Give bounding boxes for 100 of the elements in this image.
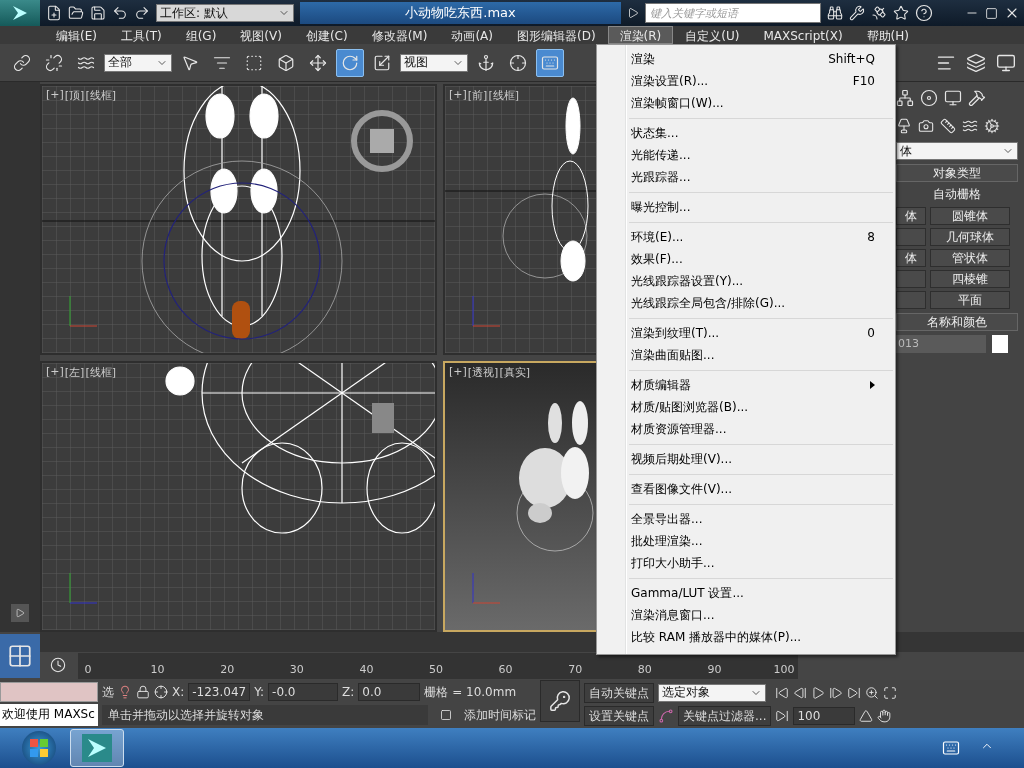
camera-icon[interactable] [918, 118, 934, 134]
viewport-label[interactable]: [+] [449, 88, 467, 103]
zoom-extents-icon[interactable] [883, 685, 898, 700]
viewport-label[interactable]: [真实] [499, 365, 530, 380]
binoculars-icon[interactable] [827, 5, 843, 21]
track-bar[interactable]: 0 10 20 30 40 50 60 70 80 90 100 [78, 653, 798, 679]
open-folder-icon[interactable] [68, 5, 84, 21]
primitive-button[interactable]: 体 [896, 249, 926, 267]
viewcube-icon[interactable] [351, 110, 413, 172]
menu-entry[interactable]: 批处理渲染... [599, 530, 893, 552]
play-icon[interactable] [811, 685, 826, 700]
frame-field[interactable]: 100 [793, 706, 856, 725]
menu-item[interactable]: 图形编辑器(D) [504, 26, 608, 44]
auto-grid-label[interactable]: 自动栅格 [896, 186, 1018, 203]
target-icon[interactable] [154, 685, 168, 699]
menu-entry[interactable]: 光线跟踪器设置(Y)... [599, 270, 893, 292]
step-back-icon[interactable] [793, 685, 808, 700]
primitive-button[interactable]: 平面 [930, 291, 1010, 309]
menu-entry[interactable]: 查看图像文件(V)... [599, 478, 893, 500]
y-field[interactable]: -0.0 [268, 683, 339, 701]
field-of-view-icon[interactable] [859, 708, 874, 723]
maximize-icon[interactable] [985, 6, 998, 20]
key-icon[interactable] [549, 690, 571, 712]
submenu-entry[interactable]: 材质编辑器 [599, 374, 893, 396]
wrench-icon[interactable] [849, 5, 865, 21]
menu-entry[interactable]: 渲染消息窗口... [599, 604, 893, 626]
menu-entry[interactable]: 光跟踪器... [599, 166, 893, 188]
viewport-layout-button[interactable] [0, 634, 40, 678]
hierarchy-icon[interactable] [896, 89, 914, 107]
gear-icon[interactable] [984, 118, 1000, 134]
viewport-label[interactable]: [线框] [85, 88, 116, 103]
satellite-icon[interactable] [871, 5, 887, 21]
lock-icon[interactable] [136, 685, 150, 699]
skip-forward-icon[interactable] [847, 685, 862, 700]
primitive-button[interactable]: 四棱锥 [930, 270, 1010, 288]
expand-icon[interactable] [627, 7, 639, 19]
render-icon[interactable] [996, 52, 1016, 73]
menu-entry[interactable]: 光能传递... [599, 144, 893, 166]
viewport-label[interactable]: [透视] [467, 365, 499, 380]
auto-key-button[interactable]: 自动关键点 [584, 682, 654, 703]
app-logo-icon[interactable] [0, 0, 40, 26]
menu-item[interactable]: 修改器(M) [359, 26, 440, 44]
menu-entry[interactable]: Gamma/LUT 设置... [599, 582, 893, 604]
menu-item[interactable]: 组(G) [173, 26, 229, 44]
layers-icon[interactable] [966, 52, 986, 73]
menu-item[interactable]: 创建(C) [293, 26, 360, 44]
rollout-header[interactable]: 对象类型 [896, 164, 1018, 182]
category-dropdown[interactable]: 体 [896, 142, 1018, 160]
viewport-label[interactable]: [+] [449, 365, 467, 380]
step-forward-icon[interactable] [829, 685, 844, 700]
waves-icon[interactable] [962, 118, 978, 134]
primitive-button[interactable]: 圆锥体 [930, 207, 1010, 225]
keyboard-icon[interactable] [536, 48, 564, 77]
keyboard-icon[interactable] [942, 739, 960, 757]
menu-item[interactable]: 编辑(E) [44, 26, 109, 44]
search-field[interactable]: 键入关键字或短语 [645, 3, 821, 23]
skip-back-icon[interactable] [775, 685, 790, 700]
expand-button[interactable] [11, 604, 29, 622]
z-field[interactable]: 0.0 [358, 683, 421, 701]
menu-entry[interactable]: 渲染 Shift+Q [599, 48, 893, 70]
pan-icon[interactable] [877, 708, 892, 723]
lamp-icon[interactable] [896, 118, 912, 134]
reference-coordinate-dropdown[interactable]: 视图 [400, 53, 468, 72]
menu-item[interactable]: 渲染(R) [607, 26, 674, 44]
menu-entry[interactable]: 光线跟踪全局包含/排除(G)... [599, 292, 893, 314]
set-key-button[interactable] [540, 680, 580, 722]
menu-entry[interactable]: 全景导出器... [599, 508, 893, 530]
viewport-label[interactable]: [前] [467, 88, 488, 103]
monitor-icon[interactable] [944, 89, 962, 107]
color-swatch[interactable] [992, 335, 1008, 353]
menu-entry[interactable]: 渲染曲面贴图... [599, 344, 893, 366]
disc-icon[interactable] [920, 89, 938, 107]
menu-entry[interactable]: 渲染到纹理(T)... 0 [599, 322, 893, 344]
menu-entry[interactable]: 比较 RAM 播放器中的媒体(P)... [599, 626, 893, 648]
menu-entry[interactable]: 渲染帧窗口(W)... [599, 92, 893, 114]
viewport-label[interactable]: [顶] [64, 88, 85, 103]
viewport[interactable]: [+][顶][线框] [40, 84, 437, 355]
key-mode-dropdown[interactable]: 选定对象 [658, 683, 766, 702]
menu-entry[interactable]: 状态集... [599, 122, 893, 144]
menu-entry[interactable]: 材质/贴图浏览器(B)... [599, 396, 893, 418]
help-icon[interactable] [915, 4, 933, 22]
square-icon[interactable] [440, 709, 452, 721]
menu-item[interactable]: 帮助(H) [854, 26, 921, 44]
star-icon[interactable] [893, 5, 909, 21]
menu-item[interactable]: MAXScript(X) [751, 26, 855, 44]
add-time-tag-label[interactable]: 添加时间标记 [464, 706, 536, 724]
primitive-button[interactable]: 几何球体 [930, 228, 1010, 246]
primitive-button[interactable]: 体 [896, 207, 926, 225]
taskbar-app-button[interactable] [70, 729, 124, 767]
menu-entry[interactable]: 打印大小助手... [599, 552, 893, 574]
menu-entry[interactable]: 材质资源管理器... [599, 418, 893, 440]
rotate-icon[interactable] [336, 48, 364, 77]
script-listener[interactable]: 欢迎使用 MAXSc [0, 704, 98, 726]
key-mode-icon[interactable] [775, 708, 790, 723]
ruler-icon[interactable] [940, 118, 956, 134]
name-field[interactable]: 013 [896, 335, 986, 353]
viewport-label[interactable]: [+] [46, 88, 64, 103]
viewport-label[interactable]: [线框] [85, 365, 116, 380]
curve-editor-icon[interactable] [50, 656, 66, 673]
zoom-icon[interactable] [865, 685, 880, 700]
